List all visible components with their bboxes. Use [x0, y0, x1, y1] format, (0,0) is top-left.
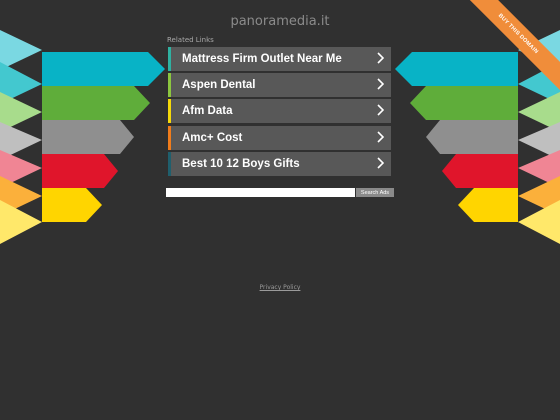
related-link-label: Aspen Dental: [182, 79, 256, 92]
left-stripe-yellow: [42, 188, 102, 222]
left-stripe-green: [42, 86, 150, 120]
chevron-right-icon: [377, 104, 384, 116]
search-input[interactable]: [166, 188, 355, 197]
left-stripe-cyan: [42, 52, 165, 86]
chevron-right-icon: [377, 78, 384, 90]
left-side-chevron-1: [0, 30, 42, 70]
related-link-5[interactable]: Best 10 12 Boys Gifts: [168, 151, 391, 176]
left-side-chevron-6: [0, 200, 42, 244]
chevron-right-icon: [377, 130, 384, 143]
related-link-1[interactable]: Mattress Firm Outlet Near Me: [168, 47, 391, 71]
left-stripe-red: [42, 154, 118, 188]
chevron-right-icon: [377, 52, 384, 64]
left-decoration: [0, 30, 165, 244]
related-link-3[interactable]: Afm Data: [168, 99, 391, 124]
related-link-label: Amc+ Cost: [182, 131, 243, 144]
right-side-chevron-6: [518, 200, 560, 244]
related-link-label: Afm Data: [182, 105, 233, 118]
right-stripe-gray: [426, 120, 518, 154]
related-link-label: Mattress Firm Outlet Near Me: [182, 53, 342, 65]
related-links-heading: Related Links: [167, 36, 214, 44]
related-link-label: Best 10 12 Boys Gifts: [182, 157, 300, 170]
left-stripe-gray: [42, 120, 134, 154]
search-form: Search Ads: [166, 188, 394, 198]
right-stripe-red: [442, 154, 518, 188]
right-stripe-yellow: [458, 188, 518, 222]
domain-title: panoramedia.it: [230, 14, 330, 29]
related-link-4[interactable]: Amc+ Cost: [168, 125, 391, 150]
search-ads-button[interactable]: Search Ads: [356, 188, 394, 197]
related-links-list: Mattress Firm Outlet Near Me Aspen Denta…: [168, 47, 391, 178]
chevron-right-icon: [377, 157, 384, 169]
privacy-policy-link[interactable]: Privacy Policy: [0, 284, 560, 291]
related-link-2[interactable]: Aspen Dental: [168, 73, 391, 98]
